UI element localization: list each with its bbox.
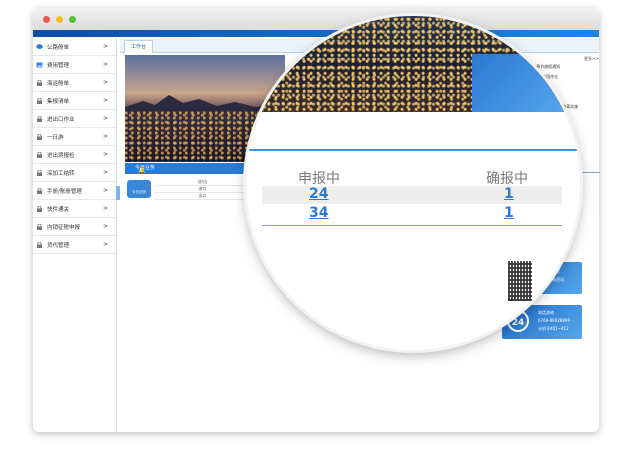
minimize-window-button[interactable] [56,16,63,23]
table-row-shade [262,186,562,204]
sidebar-item-label: 费用管理 [47,62,70,69]
sidebar-item-domestic-tax[interactable]: 内销征税申报 > [33,218,116,236]
sidebar-item-highway-manifest[interactable]: 公路舱单 > [33,38,116,56]
chevron-right-icon: > [102,133,108,140]
sidebar-item-inspection[interactable]: 进出境报检 > [33,146,116,164]
chat-bubble-icon [36,43,43,50]
table-row: 进/出 [155,179,250,186]
lock-icon [36,97,43,104]
close-window-button[interactable] [43,16,50,23]
sidebar-item-label: 快件通关 [47,206,70,213]
chevron-right-icon: > [102,151,108,158]
chevron-right-icon: > [102,241,108,248]
image-icon [36,62,43,68]
lock-icon [36,79,43,86]
declaring-count-link[interactable]: 34 [309,205,328,221]
lock-icon [36,241,43,248]
sidebar-item-label: 手册/账册管理 [47,188,82,195]
lock-icon [36,115,43,122]
chevron-right-icon: > [102,223,108,230]
sidebar-item-label: 公路舱单 [47,44,70,51]
qr-code-image [508,261,532,301]
promo-line: 分机号401~412 [538,326,569,331]
sidebar-item-label: 深加工结转 [47,170,75,177]
sidebar-item-label: 内销征税申报 [47,224,81,231]
sidebar-item-import-export[interactable]: 进出口作业 > [33,110,116,128]
sidebar-item-label: 一日游 [47,134,64,141]
sidebar-item-day-trip[interactable]: 一日游 > [33,128,116,146]
sidebar-item-label: 集报清单 [47,98,70,105]
promo-line: 0769-89028899 [538,318,570,323]
magnified-divider [246,149,580,151]
sidebar-item-label: 进出境报检 [47,152,75,159]
more-link-text: 更多>> [584,56,599,61]
magnified-blue-panel [472,54,580,112]
sidebar-item-forwarder[interactable]: 货代管理 > [33,236,116,254]
chevron-right-icon: > [102,115,108,122]
sidebar-item-label: 货代管理 [47,242,70,249]
maximize-window-button[interactable] [69,16,76,23]
sidebar-item-handbook[interactable]: 手册/账册管理 > [33,182,116,200]
lock-icon [36,151,43,158]
sidebar-item-fee-management[interactable]: 费用管理 > [33,56,116,74]
chevron-right-icon: > [102,79,108,86]
sidebar-item-processing-transfer[interactable]: 深加工结转 > [33,164,116,182]
chevron-right-icon: > [102,187,108,194]
table-cell: 出口 [198,193,207,198]
sidebar-item-express[interactable]: 快件通关 > [33,200,116,218]
chevron-right-icon: > [102,43,108,50]
lock-icon [36,223,43,230]
today-business-card[interactable]: 今日业务 [127,180,151,198]
sidebar-collapse-handle[interactable] [116,186,120,200]
lock-icon [36,169,43,176]
confirming-header: 确报中 [486,171,528,187]
bell-icon: 🔔 [138,167,146,174]
table-row: 进口 [155,186,250,193]
card-label: 今日业务 [132,190,146,194]
sidebar-item-label: 海运舱单 [47,80,70,87]
tab-workbench[interactable]: 工作台 [124,40,154,53]
magnifier-lens: 申报中 确报中 24 1 34 1 [246,16,580,350]
chevron-right-icon: > [102,97,108,104]
magnified-bottom-line [262,225,562,226]
declaring-header: 申报中 [298,171,340,187]
declaring-count-link[interactable]: 24 [309,186,328,202]
table-row: 出口 [155,193,250,200]
confirming-count-link[interactable]: 1 [504,186,514,202]
chevron-right-icon: > [102,169,108,176]
lock-icon [36,205,43,212]
promo-line: 电话咨询 [538,310,554,315]
sidebar-item-label: 进出口作业 [47,116,75,123]
table-cell: 进口 [198,186,207,191]
confirming-count-link[interactable]: 1 [504,205,514,221]
today-mini-table: 进/出 进口 出口 [155,179,250,200]
lock-icon [36,133,43,140]
chevron-right-icon: > [102,205,108,212]
more-link[interactable]: 更多>> [584,56,599,62]
chevron-right-icon: > [102,61,108,68]
tab-label: 工作台 [131,44,147,50]
sidebar-item-bulk-declaration[interactable]: 集报清单 > [33,92,116,110]
sidebar: 公路舱单 > 费用管理 > 海运舱单 > 集报清单 > 进出口作业 > 一日游 … [33,38,117,432]
table-cell: 进/出 [197,179,208,184]
lock-icon [36,187,43,194]
sidebar-item-sea-manifest[interactable]: 海运舱单 > [33,74,116,92]
